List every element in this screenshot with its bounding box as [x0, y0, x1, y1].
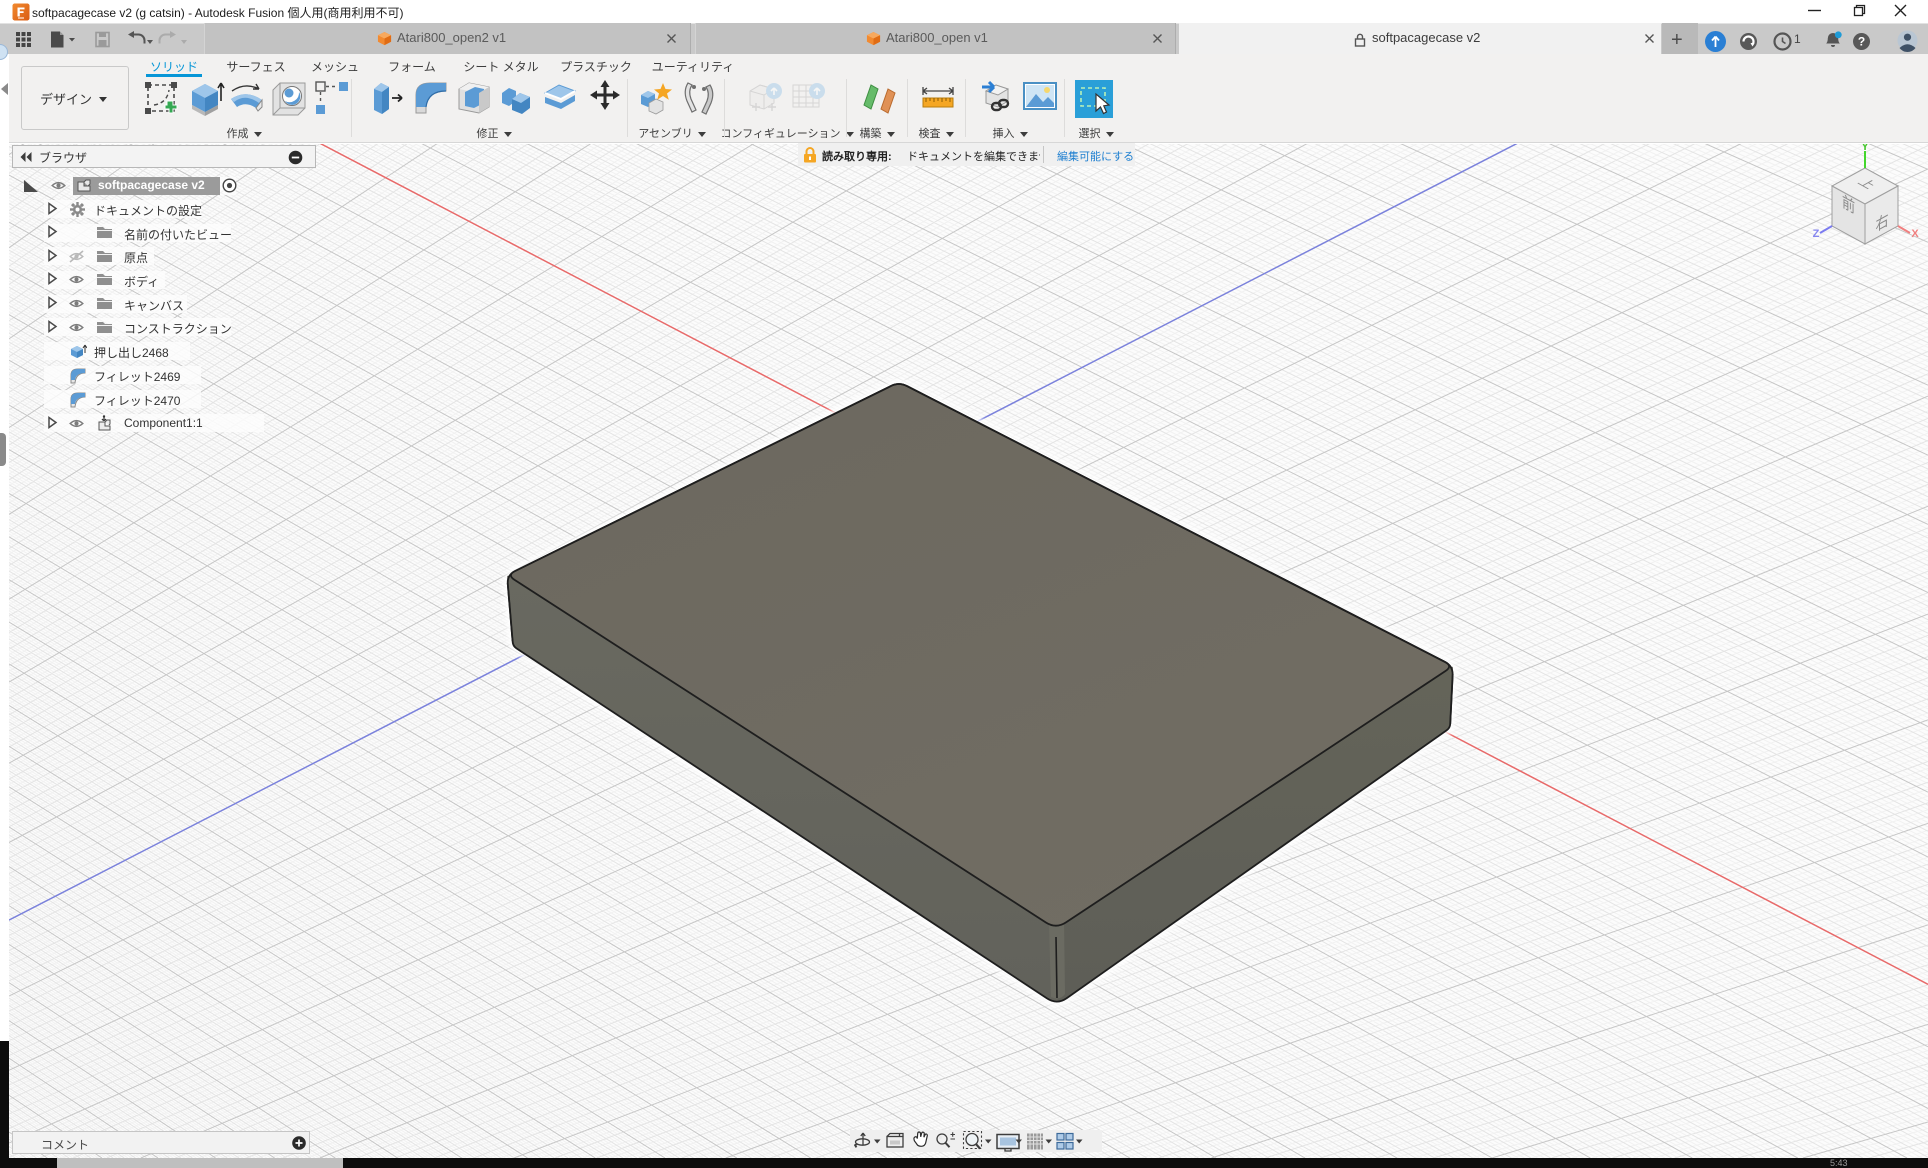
svg-text:X: X: [1911, 228, 1919, 240]
svg-text:Z: Z: [1813, 228, 1820, 240]
svg-text:Y: Y: [1861, 144, 1869, 153]
svg-text:?: ?: [1858, 35, 1865, 49]
